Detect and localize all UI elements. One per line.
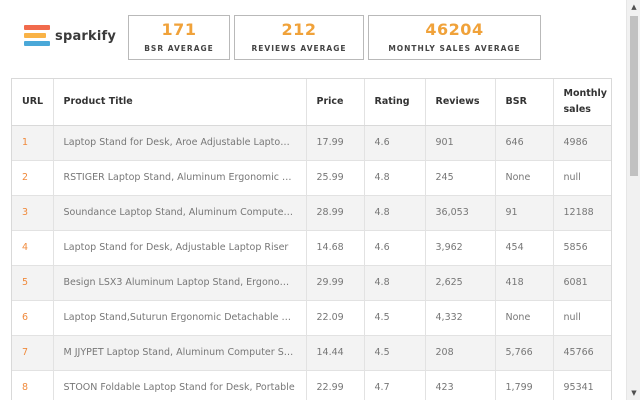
table-row: 7 M JJYPET Laptop Stand, Aluminum Comput… <box>12 335 611 371</box>
products-table-container: URL Product Title Price Rating Reviews B… <box>11 78 612 400</box>
row-rating: 4.7 <box>364 370 426 400</box>
row-url-link[interactable]: 6 <box>12 300 54 336</box>
table-row: 8 STOON Foldable Laptop Stand for Desk, … <box>12 370 611 400</box>
scroll-up-arrow-icon[interactable]: ▲ <box>627 0 640 14</box>
logo-bar-red <box>24 25 50 30</box>
row-rating: 4.6 <box>364 125 426 161</box>
row-price: 28.99 <box>306 195 365 231</box>
row-url-link[interactable]: 3 <box>12 195 54 231</box>
row-bsr: None <box>495 300 554 336</box>
row-product-title: Soundance Laptop Stand, Aluminum Compute… <box>53 195 307 231</box>
bsr-average-value: 171 <box>161 20 197 39</box>
table-row: 2 RSTIGER Laptop Stand, Aluminum Ergonom… <box>12 160 611 196</box>
header-url[interactable]: URL <box>12 79 54 126</box>
row-monthly-sales: 5856 <box>553 230 611 266</box>
header-bsr[interactable]: BSR <box>495 79 554 126</box>
row-reviews: 901 <box>425 125 496 161</box>
reviews-average-value: 212 <box>281 20 317 39</box>
row-bsr: 1,799 <box>495 370 554 400</box>
header-reviews[interactable]: Reviews <box>425 79 496 126</box>
header-monthly-sales[interactable]: Monthly sales <box>553 79 611 126</box>
logo-bar-blue <box>24 41 50 46</box>
row-rating: 4.8 <box>364 160 426 196</box>
row-price: 14.68 <box>306 230 365 266</box>
row-price: 14.44 <box>306 335 365 371</box>
row-monthly-sales: 95341 <box>553 370 611 400</box>
header-price[interactable]: Price <box>306 79 365 126</box>
row-monthly-sales: 4986 <box>553 125 611 161</box>
row-monthly-sales: 6081 <box>553 265 611 301</box>
row-reviews: 4,332 <box>425 300 496 336</box>
row-reviews: 36,053 <box>425 195 496 231</box>
row-reviews: 2,625 <box>425 265 496 301</box>
row-url-link[interactable]: 2 <box>12 160 54 196</box>
row-url-link[interactable]: 7 <box>12 335 54 371</box>
row-url-link[interactable]: 5 <box>12 265 54 301</box>
table-row: 5 Besign LSX3 Aluminum Laptop Stand, Erg… <box>12 265 611 301</box>
row-bsr: 5,766 <box>495 335 554 371</box>
row-bsr: 454 <box>495 230 554 266</box>
row-price: 17.99 <box>306 125 365 161</box>
row-url-link[interactable]: 4 <box>12 230 54 266</box>
scroll-down-arrow-icon[interactable]: ▼ <box>627 386 640 400</box>
header-rating[interactable]: Rating <box>364 79 426 126</box>
header-bar: sparkify 171 BSR AVERAGE 212 REVIEWS AVE… <box>0 0 626 68</box>
table-row: 6 Laptop Stand,Suturun Ergonomic Detacha… <box>12 300 611 336</box>
bsr-average-label: BSR AVERAGE <box>144 44 214 53</box>
row-product-title: Besign LSX3 Aluminum Laptop Stand, Ergon… <box>53 265 307 301</box>
row-product-title: STOON Foldable Laptop Stand for Desk, Po… <box>53 370 307 400</box>
vertical-scrollbar[interactable]: ▲ ▼ <box>626 0 640 400</box>
monthly-sales-average-value: 46204 <box>425 20 484 39</box>
logo-bar-yellow <box>24 33 46 38</box>
logo-mark-icon <box>24 23 50 49</box>
row-product-title: Laptop Stand,Suturun Ergonomic Detachabl… <box>53 300 307 336</box>
row-price: 22.99 <box>306 370 365 400</box>
row-reviews: 423 <box>425 370 496 400</box>
row-bsr: 91 <box>495 195 554 231</box>
row-monthly-sales: 45766 <box>553 335 611 371</box>
monthly-sales-average-label: MONTHLY SALES AVERAGE <box>388 44 521 53</box>
row-rating: 4.5 <box>364 335 426 371</box>
row-rating: 4.6 <box>364 230 426 266</box>
row-rating: 4.8 <box>364 195 426 231</box>
row-price: 25.99 <box>306 160 365 196</box>
row-monthly-sales: null <box>553 300 611 336</box>
row-price: 22.09 <box>306 300 365 336</box>
scrollbar-thumb[interactable] <box>630 16 638 176</box>
row-product-title: Laptop Stand for Desk, Aroe Adjustable L… <box>53 125 307 161</box>
table-row: 3 Soundance Laptop Stand, Aluminum Compu… <box>12 195 611 231</box>
header-product-title[interactable]: Product Title <box>53 79 307 126</box>
bsr-average-card: 171 BSR AVERAGE <box>128 15 230 60</box>
logo-text: sparkify <box>55 28 117 44</box>
reviews-average-label: REVIEWS AVERAGE <box>251 44 347 53</box>
row-rating: 4.8 <box>364 265 426 301</box>
row-product-title: M JJYPET Laptop Stand, Aluminum Computer… <box>53 335 307 371</box>
row-url-link[interactable]: 1 <box>12 125 54 161</box>
table-row: 4 Laptop Stand for Desk, Adjustable Lapt… <box>12 230 611 266</box>
row-price: 29.99 <box>306 265 365 301</box>
table-body: 1 Laptop Stand for Desk, Aroe Adjustable… <box>12 125 611 400</box>
row-monthly-sales: null <box>553 160 611 196</box>
row-reviews: 245 <box>425 160 496 196</box>
row-product-title: Laptop Stand for Desk, Adjustable Laptop… <box>53 230 307 266</box>
row-url-link[interactable]: 8 <box>12 370 54 400</box>
row-monthly-sales: 12188 <box>553 195 611 231</box>
table-row: 1 Laptop Stand for Desk, Aroe Adjustable… <box>12 125 611 161</box>
row-product-title: RSTIGER Laptop Stand, Aluminum Ergonomic… <box>53 160 307 196</box>
row-rating: 4.5 <box>364 300 426 336</box>
row-reviews: 208 <box>425 335 496 371</box>
row-bsr: None <box>495 160 554 196</box>
reviews-average-card: 212 REVIEWS AVERAGE <box>234 15 364 60</box>
sparkify-logo[interactable]: sparkify <box>24 22 124 50</box>
monthly-sales-average-card: 46204 MONTHLY SALES AVERAGE <box>368 15 541 60</box>
row-bsr: 646 <box>495 125 554 161</box>
row-reviews: 3,962 <box>425 230 496 266</box>
products-table: URL Product Title Price Rating Reviews B… <box>12 79 611 400</box>
row-bsr: 418 <box>495 265 554 301</box>
table-header-row: URL Product Title Price Rating Reviews B… <box>12 79 611 126</box>
